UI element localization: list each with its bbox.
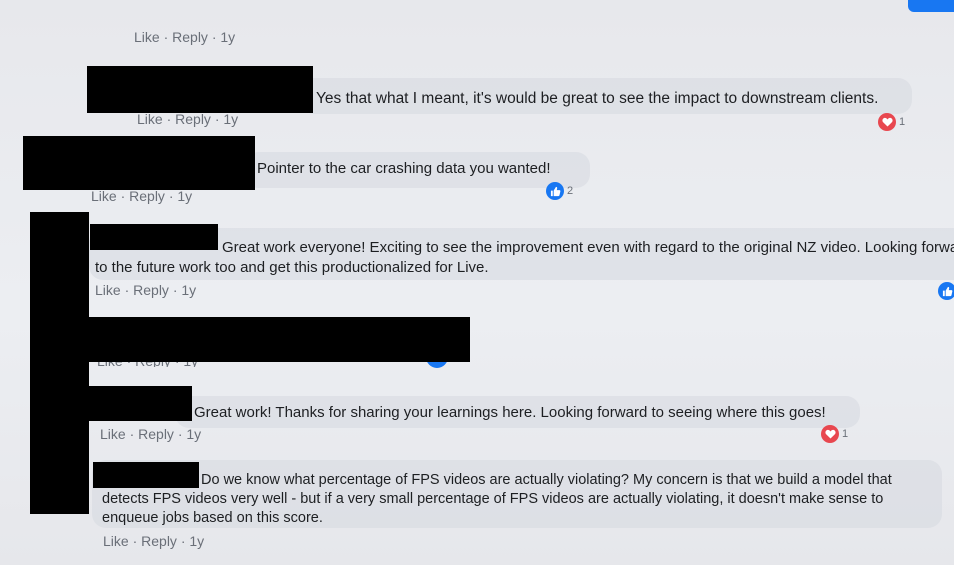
reaction-count: 2: [567, 185, 574, 197]
redacted-author-name: [87, 66, 313, 113]
top-right-button[interactable]: [908, 0, 954, 12]
thumbs-up-reaction-icon: [938, 282, 954, 300]
comment-actions: Like · Reply · 1y: [100, 426, 201, 442]
timestamp[interactable]: 1y: [186, 426, 201, 442]
thumbs-up-reaction-icon: [546, 182, 564, 200]
comment-actions: Like · Reply · 1y: [103, 533, 204, 549]
comment-text: Great work! Thanks for sharing your lear…: [194, 404, 826, 421]
reaction-summary[interactable]: 2: [546, 182, 573, 200]
reply-link[interactable]: Reply: [133, 282, 169, 298]
reply-link[interactable]: Reply: [129, 188, 165, 204]
like-link[interactable]: Like: [91, 188, 117, 204]
timestamp[interactable]: 1y: [223, 111, 238, 127]
reply-link[interactable]: Reply: [175, 111, 211, 127]
redacted-author-name: [89, 386, 192, 421]
comment-text: Yes that what I meant, it's would be gre…: [316, 90, 879, 107]
timestamp[interactable]: 1y: [220, 29, 235, 45]
redacted-avatar-column: [30, 212, 89, 514]
reaction-count: 1: [842, 428, 849, 440]
like-link[interactable]: Like: [137, 111, 163, 127]
reaction-count: 1: [899, 116, 906, 128]
separator: ·: [129, 426, 139, 442]
comment-actions: Like · Reply · 1y: [95, 282, 196, 298]
heart-reaction-icon: [878, 113, 896, 131]
like-link[interactable]: Like: [100, 426, 126, 442]
reaction-summary[interactable]: 1: [878, 113, 905, 131]
redacted-author-name: [23, 136, 255, 190]
timestamp[interactable]: 1y: [177, 188, 192, 204]
like-link[interactable]: Like: [134, 29, 160, 45]
reply-link[interactable]: Reply: [138, 426, 174, 442]
comment-actions: Like · Reply · 1y: [91, 188, 192, 204]
reaction-summary[interactable]: [938, 282, 954, 300]
like-link[interactable]: Like: [103, 533, 129, 549]
comment-text: Pointer to the car crashing data you wan…: [257, 160, 551, 177]
timestamp[interactable]: 1y: [181, 282, 196, 298]
reply-link[interactable]: Reply: [141, 533, 177, 549]
reply-link[interactable]: Reply: [172, 29, 208, 45]
timestamp[interactable]: 1y: [189, 533, 204, 549]
separator: ·: [132, 533, 142, 549]
separator: ·: [124, 282, 134, 298]
comment-text: Great work everyone! Exciting to see the…: [95, 239, 954, 276]
reaction-summary[interactable]: 1: [821, 425, 848, 443]
comment-actions: Like · Reply · 1y: [137, 111, 238, 127]
comment-actions: Like · Reply · 1y: [134, 29, 235, 45]
separator: ·: [166, 111, 176, 127]
separator: ·: [120, 188, 130, 204]
redacted-comment: [87, 317, 470, 362]
heart-reaction-icon: [821, 425, 839, 443]
comment-text: Do we know what percentage of FPS videos…: [102, 472, 892, 526]
like-link[interactable]: Like: [95, 282, 121, 298]
separator: ·: [163, 29, 173, 45]
